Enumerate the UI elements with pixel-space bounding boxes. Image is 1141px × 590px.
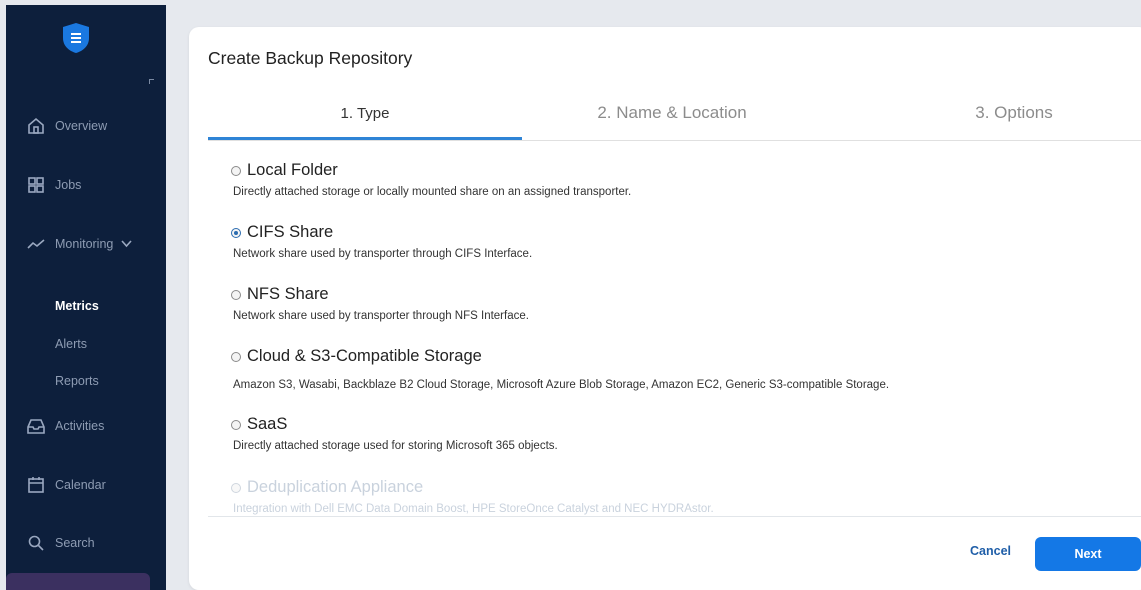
nav-alerts[interactable]: Alerts [55,337,87,351]
nav-search[interactable]: Search [6,528,166,558]
nav-label: Calendar [55,478,106,492]
grid-icon [26,175,46,195]
option-local-folder[interactable]: Local Folder Directly attached storage o… [231,161,631,198]
option-description: Directly attached storage used for stori… [233,440,558,452]
activity-icon [26,234,46,254]
shield-logo-icon[interactable] [63,23,89,53]
tab-type[interactable]: 1. Type [208,105,522,122]
nav-jobs[interactable]: Jobs [6,170,166,200]
radio-button[interactable] [231,419,241,430]
create-repository-dialog: Create Backup Repository 1. Type 2. Name… [189,27,1141,590]
option-description: Network share used by transporter throug… [233,310,529,322]
option-description: Network share used by transporter throug… [233,248,533,260]
collapse-sidebar-icon[interactable] [149,79,154,84]
nav-label: Search [55,536,95,550]
option-title: Deduplication Appliance [247,478,424,496]
option-cifs-share[interactable]: CIFS Share Network share used by transpo… [231,223,532,260]
option-description: Amazon S3, Wasabi, Backblaze B2 Cloud St… [233,379,890,391]
tab-divider [208,140,1141,141]
nav-metrics[interactable]: Metrics [55,299,99,313]
nav-activities[interactable]: Activities [6,411,166,441]
chevron-down-icon [121,240,132,248]
sidebar: Overview Jobs Monitoring Metrics Alerts … [6,5,166,590]
option-title: SaaS [247,415,288,433]
option-description: Directly attached storage or locally mou… [233,186,632,198]
option-nfs-share[interactable]: NFS Share Network share used by transpor… [231,285,529,322]
radio-button-selected[interactable] [231,227,241,238]
radio-button[interactable] [231,289,241,300]
option-deduplication-appliance: Deduplication Appliance Integration with… [231,478,714,515]
nav-label: Jobs [55,178,82,192]
repository-type-options: Local Folder Directly attached storage o… [231,161,1131,517]
option-title: Cloud & S3-Compatible Storage [247,347,482,365]
next-button[interactable]: Next [1035,537,1141,571]
nav-label: Monitoring [55,237,114,251]
tab-name-location[interactable]: 2. Name & Location [522,103,822,123]
search-icon [26,533,46,553]
option-cloud-s3[interactable]: Cloud & S3-Compatible Storage Amazon S3,… [231,347,889,391]
option-description: Integration with Dell EMC Data Domain Bo… [233,503,714,515]
option-saas[interactable]: SaaS Directly attached storage used for … [231,415,558,452]
option-title: NFS Share [247,285,329,303]
inbox-icon [26,416,46,436]
calendar-icon [26,475,46,495]
option-title: CIFS Share [247,223,334,241]
sidebar-bottom-item[interactable] [6,573,150,590]
nav-monitoring[interactable]: Monitoring [6,229,166,259]
radio-button[interactable] [231,351,241,362]
nav-reports[interactable]: Reports [55,374,99,388]
radio-button-disabled [231,482,241,493]
radio-button[interactable] [231,165,241,176]
home-icon [26,116,46,136]
footer-divider [208,516,1141,517]
nav-overview[interactable]: Overview [6,111,166,141]
nav-label: Overview [55,119,108,133]
nav-label: Activities [55,419,105,433]
option-title: Local Folder [247,161,338,179]
nav-calendar[interactable]: Calendar [6,470,166,500]
tab-options[interactable]: 3. Options [879,103,1141,123]
cancel-button[interactable]: Cancel [970,544,1011,558]
dialog-title: Create Backup Repository [208,48,413,68]
